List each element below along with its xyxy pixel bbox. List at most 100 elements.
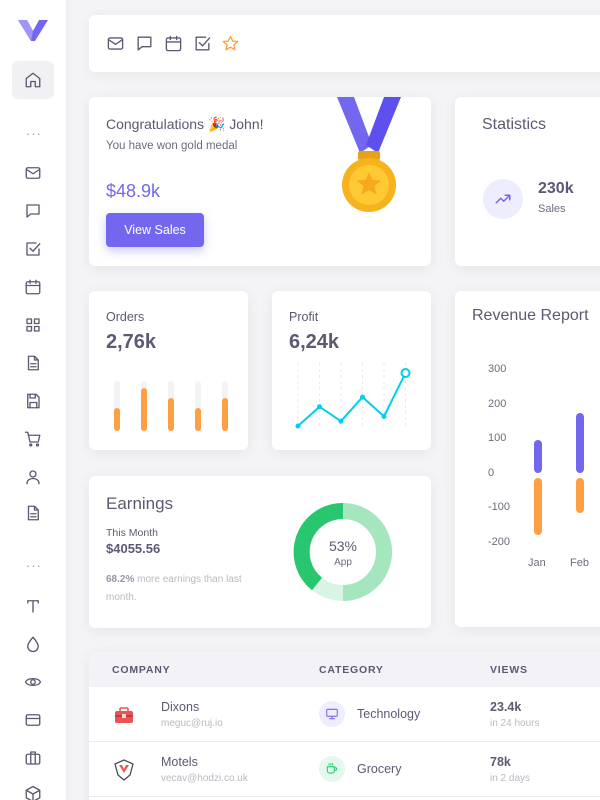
revenue-tick-label: 0 bbox=[488, 466, 495, 479]
profit-point bbox=[338, 418, 344, 424]
earnings-note: 68.2% more earnings than last month. bbox=[106, 571, 246, 607]
sales-label: Sales bbox=[538, 203, 566, 215]
profit-point bbox=[317, 404, 322, 410]
nav-card[interactable] bbox=[21, 708, 45, 732]
profit-point bbox=[360, 394, 365, 400]
topbar-bookmark[interactable] bbox=[221, 34, 240, 53]
nav-document[interactable] bbox=[21, 501, 45, 525]
profit-point bbox=[295, 423, 301, 429]
todo-icon bbox=[26, 242, 41, 256]
nav-todo[interactable] bbox=[21, 237, 45, 261]
topbar-email[interactable] bbox=[106, 34, 125, 53]
orders-bar-fill bbox=[222, 398, 228, 431]
view-sales-button[interactable]: View Sales bbox=[106, 213, 204, 247]
box-icon bbox=[25, 785, 41, 800]
header-views[interactable]: VIEWS bbox=[490, 664, 528, 676]
statistics-card: Statistics 230k Sales bbox=[455, 97, 600, 266]
revenue-tick-label: 100 bbox=[488, 432, 507, 444]
earnings-title: Earnings bbox=[106, 494, 174, 513]
views-period: in 24 hours bbox=[490, 718, 540, 729]
typography-icon bbox=[27, 600, 39, 613]
donut-label: App bbox=[334, 557, 352, 568]
top-bar bbox=[89, 15, 600, 72]
nav-colors[interactable] bbox=[21, 632, 45, 656]
profit-label: Profit bbox=[289, 310, 319, 324]
nav-user[interactable] bbox=[21, 465, 45, 489]
eye-icon bbox=[24, 677, 42, 687]
topbar-chat[interactable] bbox=[135, 34, 154, 53]
section-dots: ··· bbox=[26, 126, 42, 141]
user-icon bbox=[26, 470, 40, 485]
card-icon bbox=[25, 714, 41, 726]
nav-eye[interactable] bbox=[21, 670, 45, 694]
topbar-calendar[interactable] bbox=[164, 34, 183, 53]
mail-icon bbox=[25, 167, 41, 179]
revenue-month-label: Jan bbox=[528, 557, 546, 569]
revenue-title: Revenue Report bbox=[472, 307, 589, 324]
revenue-tick-label: 300 bbox=[488, 363, 507, 375]
nav-typography[interactable] bbox=[21, 594, 45, 618]
nav-grid[interactable] bbox=[21, 313, 45, 337]
table-row[interactable]: Motels vecav@hodzi.co.uk Grocery 78k in … bbox=[89, 742, 600, 797]
shield-logo-icon bbox=[114, 759, 134, 781]
topbar-todo[interactable] bbox=[193, 34, 212, 53]
mail-icon bbox=[107, 37, 124, 50]
orders-bar bbox=[114, 381, 120, 431]
orders-bar-fill bbox=[141, 388, 147, 431]
company-email: vecav@hodzi.co.uk bbox=[161, 773, 248, 784]
document-icon bbox=[27, 505, 39, 521]
sidebar: ··· ··· bbox=[0, 0, 66, 800]
grid-icon bbox=[26, 318, 40, 332]
company-email: meguc@ruj.io bbox=[161, 718, 223, 729]
logo-icon[interactable] bbox=[18, 18, 48, 42]
trending-up-icon bbox=[495, 194, 511, 204]
nav-cart[interactable] bbox=[21, 427, 45, 451]
orders-bar bbox=[222, 381, 228, 431]
company-logo bbox=[111, 702, 137, 728]
statistics-title: Statistics bbox=[482, 116, 547, 133]
revenue-report-card: Revenue Report 300 200 100 0 -100 -200 Jan Feb bbox=[455, 291, 600, 627]
table-header: COMPANY CATEGORY VIEWS bbox=[89, 652, 600, 687]
nav-box[interactable] bbox=[21, 782, 45, 800]
table-row[interactable]: Dixons meguc@ruj.io Technology 23.4k in … bbox=[89, 687, 600, 742]
revenue-month-label: Feb bbox=[570, 557, 589, 569]
nav-email[interactable] bbox=[21, 161, 45, 185]
company-name: Dixons bbox=[161, 700, 200, 714]
cart-icon bbox=[24, 431, 41, 447]
header-category[interactable]: CATEGORY bbox=[319, 664, 384, 676]
earnings-value: $4055.56 bbox=[106, 541, 161, 556]
invoice-icon bbox=[27, 355, 39, 371]
orders-label: Orders bbox=[106, 310, 145, 324]
nav-save[interactable] bbox=[21, 389, 45, 413]
nav-invoice[interactable] bbox=[21, 351, 45, 375]
congrats-title: Congratulations 🎉 John! bbox=[106, 116, 264, 132]
nav-briefcase[interactable] bbox=[21, 746, 45, 770]
profit-line bbox=[297, 372, 407, 427]
orders-bar-fill bbox=[168, 398, 174, 431]
star-icon bbox=[222, 35, 239, 51]
category-name: Grocery bbox=[357, 762, 402, 776]
medal-icon bbox=[337, 97, 401, 212]
revenue-expense-bar bbox=[534, 478, 542, 535]
header-company[interactable]: COMPANY bbox=[112, 664, 171, 676]
earnings-note-pct: 68.2% bbox=[106, 574, 135, 585]
nav-calendar[interactable] bbox=[21, 275, 45, 299]
orders-bar bbox=[141, 381, 147, 431]
profit-line-chart bbox=[295, 363, 411, 429]
company-name: Motels bbox=[161, 755, 198, 769]
orders-bar bbox=[195, 381, 201, 431]
sales-value: 230k bbox=[538, 180, 574, 197]
profit-point bbox=[400, 368, 411, 378]
views-count: 78k bbox=[490, 755, 511, 769]
revenue-expense-bar bbox=[576, 478, 584, 513]
company-logo bbox=[111, 757, 137, 783]
nav-home[interactable] bbox=[12, 61, 54, 99]
todo-icon bbox=[195, 36, 211, 51]
nav-chat[interactable] bbox=[21, 199, 45, 223]
congrats-amount: $48.9k bbox=[106, 181, 161, 201]
chat-icon bbox=[137, 36, 152, 51]
category-badge bbox=[319, 701, 345, 727]
views-count: 23.4k bbox=[490, 700, 522, 714]
orders-bar-fill bbox=[195, 408, 201, 431]
orders-value: 2,76k bbox=[106, 331, 157, 353]
